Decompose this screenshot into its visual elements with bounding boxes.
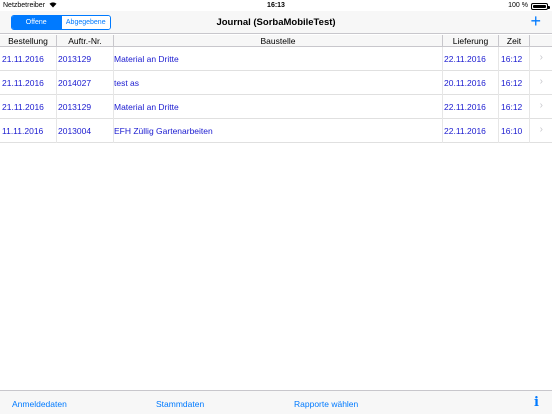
info-icon[interactable]: i <box>534 395 539 410</box>
chevron-right-icon: › <box>539 52 543 63</box>
cell-zeit: 16:10 <box>501 126 523 136</box>
column-divider <box>442 95 443 119</box>
cell-zeit: 16:12 <box>501 102 523 112</box>
chevron-right-icon: › <box>539 100 543 111</box>
column-divider <box>442 47 443 71</box>
cell-auftrag: 2013129 <box>58 102 92 112</box>
cell-zeit: 16:12 <box>501 54 523 64</box>
column-divider <box>498 71 499 95</box>
table-row[interactable]: 21.11.2016 2014027 test as 20.11.2016 16… <box>0 71 552 95</box>
cell-bestellung: 21.11.2016 <box>2 78 44 88</box>
header-lieferung[interactable]: Lieferung <box>443 36 498 47</box>
column-divider <box>498 95 499 119</box>
table-row[interactable]: 21.11.2016 2013129 Material an Dritte 22… <box>0 47 552 71</box>
column-divider <box>529 71 530 95</box>
cell-auftrag: 2013129 <box>58 54 92 64</box>
column-divider <box>529 47 530 71</box>
plus-icon: + <box>530 11 541 31</box>
column-divider <box>529 35 530 47</box>
clock: 16:13 <box>267 2 285 9</box>
cell-baustelle: test as <box>114 78 140 88</box>
cell-lieferung: 22.11.2016 <box>444 102 486 112</box>
table-header: Bestellung Auftr.-Nr. Baustelle Lieferun… <box>0 35 552 47</box>
cell-bestellung: 21.11.2016 <box>2 54 44 64</box>
anmeldedaten-button[interactable]: Anmeldedaten <box>12 399 67 409</box>
battery-percent: 100 % <box>508 2 528 9</box>
page-title: Journal (SorbaMobileTest) <box>216 17 336 28</box>
column-divider <box>529 119 530 143</box>
add-button[interactable]: + <box>530 12 541 30</box>
cell-bestellung: 21.11.2016 <box>2 102 44 112</box>
stammdaten-button[interactable]: Stammdaten <box>156 399 204 409</box>
journal-table: 21.11.2016 2013129 Material an Dritte 22… <box>0 47 552 143</box>
chevron-right-icon: › <box>539 124 543 135</box>
column-divider <box>56 47 57 71</box>
cell-lieferung: 22.11.2016 <box>444 54 486 64</box>
cell-baustelle: Material an Dritte <box>114 102 179 112</box>
header-bestellung[interactable]: Bestellung <box>0 36 56 47</box>
table-row[interactable]: 21.11.2016 2013129 Material an Dritte 22… <box>0 95 552 119</box>
column-divider <box>56 95 57 119</box>
rapporte-waehlen-button[interactable]: Rapporte wählen <box>294 399 358 409</box>
table-row[interactable]: 11.11.2016 2013004 EFH Züllig Gartenarbe… <box>0 119 552 143</box>
column-divider <box>442 71 443 95</box>
cell-auftrag: 2013004 <box>58 126 92 136</box>
column-divider <box>442 119 443 143</box>
column-divider <box>498 47 499 71</box>
cell-bestellung: 11.11.2016 <box>2 126 44 136</box>
cell-lieferung: 20.11.2016 <box>444 78 486 88</box>
cell-zeit: 16:12 <box>501 78 523 88</box>
battery-icon <box>531 3 550 10</box>
cell-auftrag: 2014027 <box>58 78 92 88</box>
bottom-toolbar: Anmeldedaten Stammdaten Rapporte wählen … <box>0 390 552 414</box>
header-baustelle[interactable]: Baustelle <box>114 36 442 47</box>
navigation-bar: Offene Abgegebene Journal (SorbaMobileTe… <box>0 11 552 34</box>
column-divider <box>56 71 57 95</box>
column-divider <box>498 119 499 143</box>
column-divider <box>56 119 57 143</box>
header-auftrag[interactable]: Auftr.-Nr. <box>57 36 113 47</box>
cell-lieferung: 22.11.2016 <box>444 126 486 136</box>
cell-baustelle: Material an Dritte <box>114 54 179 64</box>
status-bar: Netzbetreiber 16:13 100 % <box>0 0 552 11</box>
chevron-right-icon: › <box>539 76 543 87</box>
header-zeit[interactable]: Zeit <box>499 36 529 47</box>
column-divider <box>529 95 530 119</box>
cell-baustelle: EFH Züllig Gartenarbeiten <box>114 126 213 136</box>
